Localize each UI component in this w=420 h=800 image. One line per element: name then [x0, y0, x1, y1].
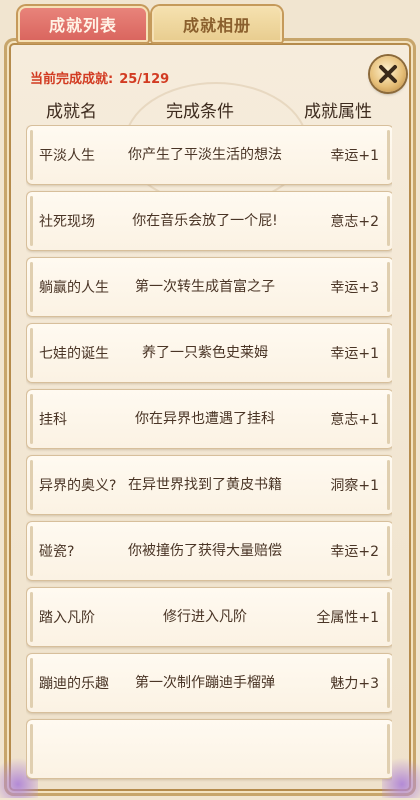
achievement-condition: 你在异界也遭遇了挂科 [135, 411, 275, 427]
tab-label: 成就相册 [182, 16, 251, 35]
column-header-name: 成就名 [46, 102, 97, 122]
achievement-attribute: 全属性+1 [316, 610, 379, 626]
achievement-list[interactable]: 平淡人生 你产生了平淡生活的想法 幸运+1 社死现场 你在音乐会放了一个屁! 意… [26, 125, 392, 785]
achievement-condition [125, 720, 285, 778]
table-header: 成就名 完成条件 成就属性 [0, 97, 420, 122]
achievement-condition: 你在音乐会放了一个屁! [132, 213, 278, 229]
achievement-name: 躺赢的人生 [39, 280, 109, 296]
achievement-attribute: 意志+1 [330, 412, 379, 428]
list-item[interactable]: 碰瓷? 你被撞伤了获得大量赔偿 幸运+2 [26, 521, 392, 581]
tab-label: 成就列表 [48, 16, 117, 35]
achievement-attribute: 意志+2 [330, 214, 379, 230]
achievement-condition: 第一次转生成首富之子 [135, 279, 275, 295]
achievement-condition: 养了一只紫色史莱姆 [142, 345, 268, 361]
achievement-attribute: 幸运+2 [330, 544, 379, 560]
achievement-condition: 你产生了平淡生活的想法 [128, 147, 282, 163]
column-header-attribute: 成就属性 [304, 102, 372, 122]
list-item[interactable]: 挂科 你在异界也遭遇了挂科 意志+1 [26, 389, 392, 449]
list-item[interactable]: 躺赢的人生 第一次转生成首富之子 幸运+3 [26, 257, 392, 317]
close-icon [379, 65, 397, 83]
list-item[interactable]: 踏入凡阶 修行进入凡阶 全属性+1 [26, 587, 392, 647]
achievement-name: 平淡人生 [39, 148, 95, 164]
column-header-condition: 完成条件 [166, 102, 234, 122]
achievement-condition: 修行进入凡阶 [163, 609, 247, 625]
list-item[interactable]: 七娃的诞生 养了一只紫色史莱姆 幸运+1 [26, 323, 392, 383]
list-item[interactable]: 社死现场 你在音乐会放了一个屁! 意志+2 [26, 191, 392, 251]
achievement-name: 碰瓷? [39, 544, 75, 560]
achievement-attribute: 幸运+3 [330, 280, 379, 296]
achievement-attribute: 洞察+1 [330, 478, 379, 494]
achievement-name: 七娃的诞生 [39, 346, 109, 362]
progress-value: 25/129 [119, 72, 170, 87]
achievement-name: 蹦迪的乐趣 [39, 676, 109, 692]
achievement-condition: 你被撞伤了获得大量赔偿 [128, 543, 282, 559]
list-item[interactable]: 异界的奥义? 在异世界找到了黄皮书籍 洞察+1 [26, 455, 392, 515]
achievement-condition: 在异世界找到了黄皮书籍 [128, 477, 282, 493]
tab-achievement-album[interactable]: 成就相册 [152, 6, 282, 42]
achievement-name: 社死现场 [39, 214, 95, 230]
achievement-attribute: 魅力+3 [330, 676, 379, 692]
close-button[interactable] [370, 56, 406, 92]
achievement-attribute: 幸运+1 [330, 148, 379, 164]
achievement-name: 异界的奥义? [39, 478, 117, 494]
progress-label: 当前完成成就: [30, 72, 114, 87]
list-item[interactable]: 蹦迪的乐趣 第一次制作蹦迪手榴弹 魅力+3 [26, 653, 392, 713]
list-item[interactable] [26, 719, 392, 779]
achievement-name: 挂科 [39, 412, 67, 428]
completion-progress: 当前完成成就: 25/129 [30, 68, 169, 87]
tab-achievement-list[interactable]: 成就列表 [18, 6, 148, 42]
achievement-name: 踏入凡阶 [39, 610, 95, 626]
list-item[interactable]: 平淡人生 你产生了平淡生活的想法 幸运+1 [26, 125, 392, 185]
achievement-condition: 第一次制作蹦迪手榴弹 [135, 675, 275, 691]
achievement-attribute: 幸运+1 [330, 346, 379, 362]
